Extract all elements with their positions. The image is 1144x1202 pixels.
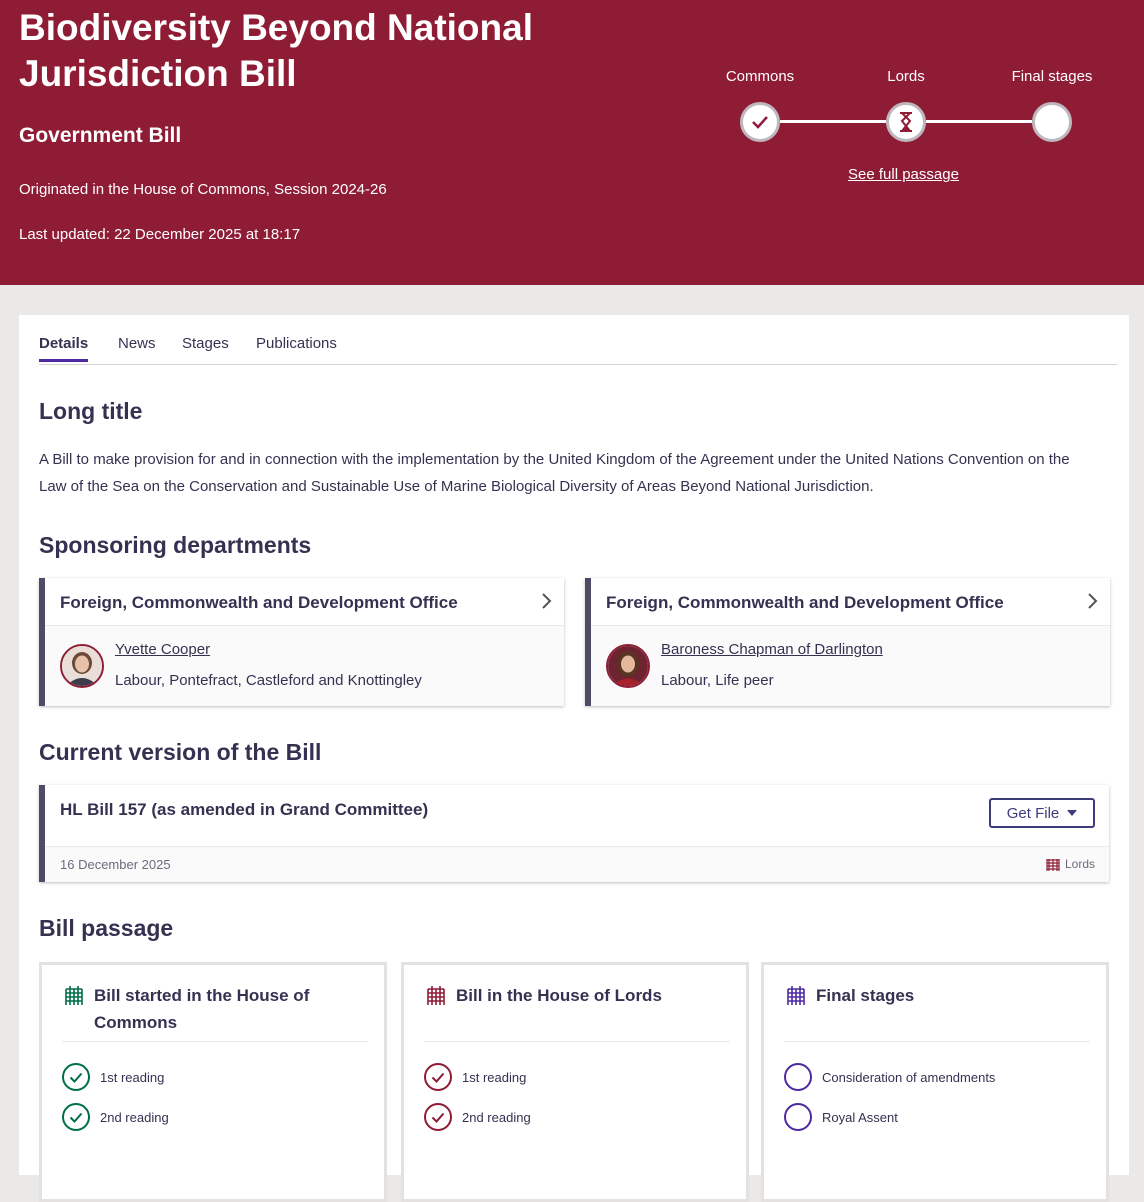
progress-connector [780, 120, 886, 123]
tab-publications[interactable]: Publications [256, 335, 337, 352]
passage-step[interactable]: 2nd reading [424, 1103, 531, 1131]
check-icon [752, 116, 768, 129]
portcullis-icon [787, 986, 805, 1005]
step-label: 2nd reading [100, 1109, 169, 1125]
bill-title: Biodiversity Beyond National Jurisdictio… [19, 7, 533, 94]
passage-box-commons: Bill started in the House of Commons 1st… [39, 962, 387, 1202]
progress-step-final-stages [1032, 102, 1072, 142]
version-title: HL Bill 157 (as amended in Grand Committ… [60, 800, 429, 819]
member-info: Labour, Pontefract, Castleford and Knott… [115, 672, 422, 689]
completed-check-icon [424, 1063, 452, 1091]
passage-box-header: Final stages [784, 982, 1090, 1042]
hourglass-icon [900, 112, 912, 132]
sponsoring-departments-heading: Sponsoring departments [39, 532, 312, 558]
member-link[interactable]: Baroness Chapman of Darlington [661, 641, 883, 658]
chevron-right-icon [542, 593, 552, 609]
version-date: 16 December 2025 [60, 857, 171, 872]
see-full-passage-link[interactable]: See full passage [848, 166, 959, 183]
house-label: Lords [1064, 857, 1095, 871]
get-file-label: Get File [1006, 804, 1060, 822]
step-label: 1st reading [462, 1069, 527, 1085]
portcullis-icon [65, 986, 83, 1005]
progress-label-lords: Lords [887, 68, 925, 85]
version-footer: 16 December 2025 Lords [45, 846, 1109, 882]
completed-check-icon [62, 1063, 90, 1091]
passage-box-title: Bill started in the House of Commons [94, 986, 310, 1032]
portcullis-icon [427, 986, 445, 1005]
completed-check-icon [62, 1103, 90, 1131]
pending-circle-icon [784, 1103, 812, 1131]
member-info: Labour, Life peer [661, 672, 774, 689]
passage-step[interactable]: 1st reading [62, 1063, 164, 1091]
progress-label-final-stages: Final stages [1011, 68, 1093, 85]
step-label: Consideration of amendments [822, 1069, 996, 1085]
progress-step-commons [740, 102, 780, 142]
completed-check-icon [424, 1103, 452, 1131]
bill-header: Biodiversity Beyond National Jurisdictio… [0, 0, 1144, 285]
passage-box-header: Bill started in the House of Commons [62, 982, 368, 1042]
avatar [60, 644, 104, 688]
department-header[interactable]: Foreign, Commonwealth and Development Of… [591, 578, 1110, 626]
department-card[interactable]: Foreign, Commonwealth and Development Of… [39, 578, 564, 706]
last-updated: Last updated: 22 December 2025 at 18:17 [19, 226, 301, 243]
member-link[interactable]: Yvette Cooper [115, 641, 210, 658]
passage-box-header: Bill in the House of Lords [424, 982, 730, 1042]
long-title-heading: Long title [39, 398, 143, 424]
passage-box-title: Bill in the House of Lords [456, 986, 662, 1005]
step-label: Royal Assent [822, 1109, 898, 1125]
tab-news[interactable]: News [118, 335, 156, 352]
tab-details[interactable]: Details [39, 335, 89, 362]
step-label: 2nd reading [462, 1109, 531, 1125]
passage-step[interactable]: 2nd reading [62, 1103, 169, 1131]
long-title-text: A Bill to make provision for and in conn… [39, 451, 1070, 495]
passage-step[interactable]: Consideration of amendments [784, 1063, 995, 1091]
current-version-card: HL Bill 157 (as amended in Grand Committ… [39, 785, 1109, 882]
passage-box-final-stages: Final stages Consideration of amendments… [761, 962, 1109, 1202]
progress-step-lords [886, 102, 926, 142]
step-label: 1st reading [100, 1069, 165, 1085]
get-file-button[interactable]: Get File [989, 798, 1095, 828]
progress-label-commons: Commons [725, 68, 795, 85]
department-header[interactable]: Foreign, Commonwealth and Development Of… [45, 578, 564, 626]
house-tag: Lords [1046, 857, 1095, 871]
portcullis-icon [1046, 859, 1060, 871]
department-card[interactable]: Foreign, Commonwealth and Development Of… [585, 578, 1110, 706]
bill-type: Government Bill [19, 124, 182, 147]
passage-box-title: Final stages [816, 986, 915, 1005]
passage-step[interactable]: 1st reading [424, 1063, 526, 1091]
bill-details-card: Details News Stages Publications Long ti… [19, 315, 1129, 1202]
avatar [606, 644, 650, 688]
bill-origin: Originated in the House of Commons, Sess… [19, 181, 387, 198]
bill-passage-heading: Bill passage [39, 915, 174, 941]
passage-box-lords: Bill in the House of Lords 1st reading 2… [401, 962, 749, 1202]
tab-stages[interactable]: Stages [182, 335, 229, 352]
bill-progress-tracker: Commons Lords Final stages See full pass… [700, 68, 1120, 208]
tab-bar: Details News Stages Publications [39, 335, 1117, 365]
pending-circle-icon [784, 1063, 812, 1091]
department-name: Foreign, Commonwealth and Development Of… [60, 593, 458, 612]
department-name: Foreign, Commonwealth and Development Of… [606, 593, 1004, 612]
progress-connector [926, 120, 1032, 123]
current-version-heading: Current version of the Bill [39, 739, 322, 765]
caret-down-icon [1067, 810, 1078, 816]
passage-step[interactable]: Royal Assent [784, 1103, 898, 1131]
chevron-right-icon [1088, 593, 1098, 609]
